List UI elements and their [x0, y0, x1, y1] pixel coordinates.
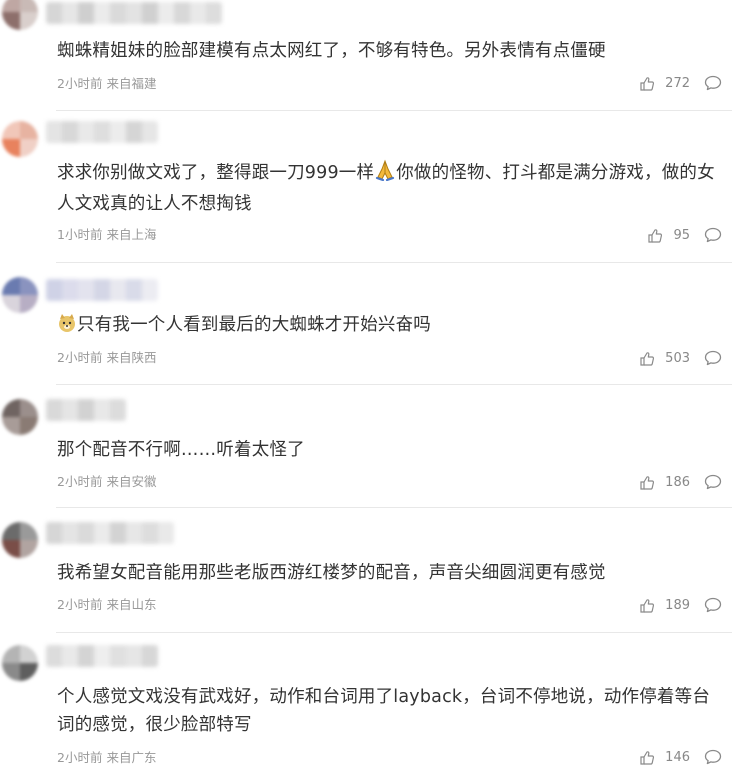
comment-time: 2小时前 [57, 750, 103, 765]
like-count: 272 [665, 76, 690, 91]
comment-text: 个人感觉文戏没有武戏好，动作和台词用了layback，台词不停地说，动作停着等台… [57, 687, 711, 735]
comment-item: 那个配音不行啊……听着太怪了 2小时前 来自安徽 186 [0, 385, 732, 507]
avatar[interactable] [2, 121, 38, 157]
thumbs-up-icon [639, 598, 660, 614]
username-blurred[interactable] [46, 399, 126, 421]
doge-emoji-icon [57, 313, 77, 342]
thumbs-up-icon [639, 750, 660, 766]
comment-location: 来自山东 [106, 597, 157, 612]
like-count: 503 [665, 351, 690, 366]
username-blurred[interactable] [46, 645, 158, 667]
comment-bubble-icon[interactable] [704, 749, 722, 765]
comment-location: 来自安徽 [106, 474, 157, 489]
like-button[interactable]: 95 [647, 228, 690, 244]
avatar[interactable] [2, 399, 38, 435]
username-blurred[interactable] [46, 279, 158, 301]
comment-location: 来自福建 [106, 76, 157, 91]
avatar[interactable] [2, 522, 38, 558]
comment-text-part: 求求你别做文戏了，整得跟一刀999一样 [57, 163, 375, 183]
avatar[interactable] [2, 645, 38, 681]
comment-item: 个人感觉文戏没有武戏好，动作和台词用了layback，台词不停地说，动作停着等台… [0, 633, 732, 778]
comment-item: 求求你别做文戏了，整得跟一刀999一样 你做的怪物、打斗都是满分游戏，做的女人文戏… [0, 111, 732, 263]
comment-item: 只有我一个人看到最后的大蜘蛛才开始兴奋吗 2小时前 来自陕西 503 [0, 263, 732, 383]
thumbs-up-icon [647, 228, 668, 244]
thumbs-up-icon [639, 351, 660, 367]
comment-meta: 2小时前 来自陕西 [57, 350, 156, 366]
comment-bubble-icon[interactable] [704, 227, 722, 243]
comment-bubble-icon[interactable] [704, 350, 722, 366]
like-count: 189 [665, 598, 690, 613]
comment-location: 来自广东 [106, 750, 157, 765]
comment-bubble-icon[interactable] [704, 474, 722, 490]
comment-meta: 1小时前 来自上海 [57, 227, 156, 243]
comment-time: 2小时前 [57, 350, 103, 365]
like-button[interactable]: 186 [639, 475, 690, 491]
comment-bubble-icon[interactable] [704, 597, 722, 613]
thumbs-up-icon [639, 76, 660, 92]
comment-time: 2小时前 [57, 474, 103, 489]
comment-time: 2小时前 [57, 76, 103, 91]
comment-meta: 2小时前 来自广东 [57, 750, 156, 766]
like-count: 146 [665, 750, 690, 765]
comment-location: 来自上海 [106, 227, 157, 242]
praying-hands-icon [374, 159, 396, 190]
comment-text: 我希望女配音能用那些老版西游红楼梦的配音，声音尖细圆润更有感觉 [57, 563, 606, 583]
comment-item: 蜘蛛精姐妹的脸部建模有点太网红了，不够有特色。另外表情有点僵硬 2小时前 来自福建… [0, 0, 732, 110]
avatar[interactable] [2, 277, 38, 313]
username-blurred[interactable] [46, 2, 222, 24]
comment-text: 只有我一个人看到最后的大蜘蛛才开始兴奋吗 [57, 311, 721, 342]
comment-meta: 2小时前 来自福建 [57, 76, 156, 92]
comment-location: 来自陕西 [106, 350, 157, 365]
avatar[interactable] [2, 0, 38, 30]
username-blurred[interactable] [46, 522, 174, 544]
like-count: 95 [673, 228, 690, 243]
like-button[interactable]: 146 [639, 750, 690, 766]
comment-item: 我希望女配音能用那些老版西游红楼梦的配音，声音尖细圆润更有感觉 2小时前 来自山东… [0, 508, 732, 632]
like-button[interactable]: 189 [639, 598, 690, 614]
thumbs-up-icon [639, 475, 660, 491]
comment-text: 那个配音不行啊……听着太怪了 [57, 440, 305, 460]
like-button[interactable]: 503 [639, 351, 690, 367]
comment-time: 2小时前 [57, 597, 103, 612]
comment-text-part: 只有我一个人看到最后的大蜘蛛才开始兴奋吗 [77, 315, 431, 335]
comment-text: 求求你别做文戏了，整得跟一刀999一样 你做的怪物、打斗都是满分游戏，做的女人文戏… [57, 159, 721, 218]
like-count: 186 [665, 475, 690, 490]
comment-text: 蜘蛛精姐妹的脸部建模有点太网红了，不够有特色。另外表情有点僵硬 [57, 41, 606, 61]
comment-meta: 2小时前 来自安徽 [57, 474, 156, 490]
comment-meta: 2小时前 来自山东 [57, 597, 156, 613]
like-button[interactable]: 272 [639, 76, 690, 92]
comment-time: 1小时前 [57, 227, 103, 242]
username-blurred[interactable] [46, 121, 158, 143]
comment-bubble-icon[interactable] [704, 75, 722, 91]
